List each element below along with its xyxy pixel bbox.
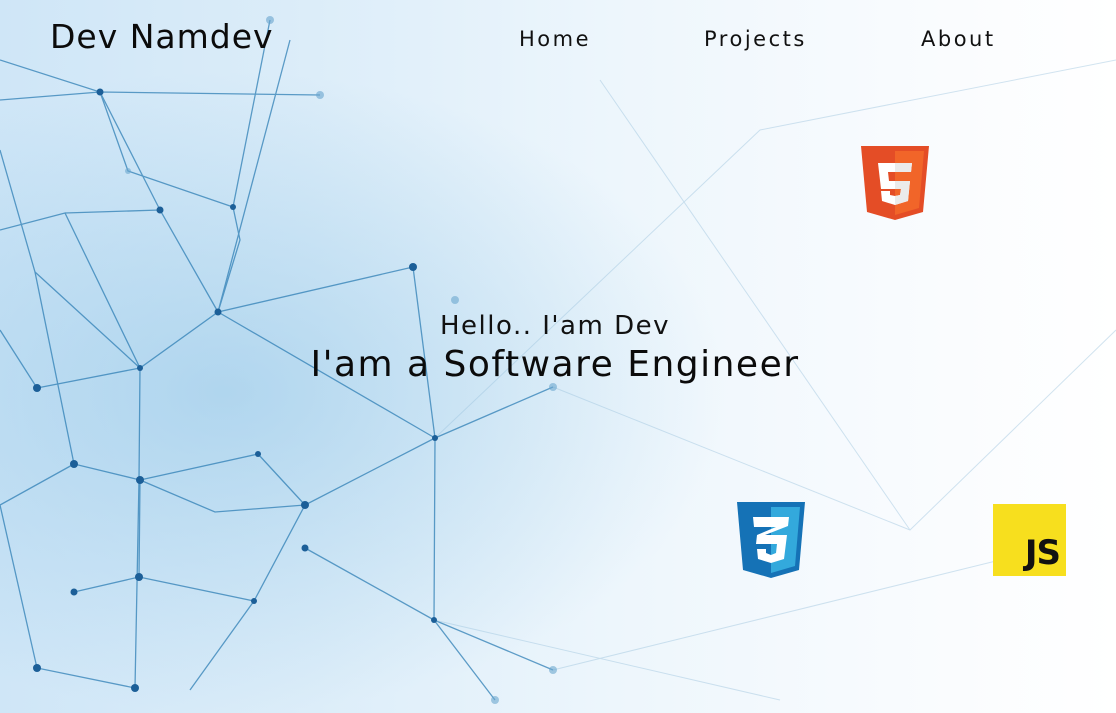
portfolio-page: Dev Namdev Home Projects About Hello.. I… [0,0,1116,713]
nav-link-home[interactable]: Home [519,27,591,51]
nav-link-projects[interactable]: Projects [704,27,807,51]
hero-title: I'am a Software Engineer [310,344,800,385]
css3-icon [737,502,805,578]
html5-icon [861,146,929,220]
nav-link-about[interactable]: About [921,27,996,51]
hero-greeting: Hello.. I'am Dev [440,311,670,341]
hero-section: Hello.. I'am Dev I'am a Software Enginee… [0,308,1110,386]
brand-name[interactable]: Dev Namdev [50,17,274,56]
navbar: Dev Namdev Home Projects About [0,0,1116,80]
javascript-icon: JS [993,504,1066,576]
javascript-icon-label: JS [1024,533,1061,573]
